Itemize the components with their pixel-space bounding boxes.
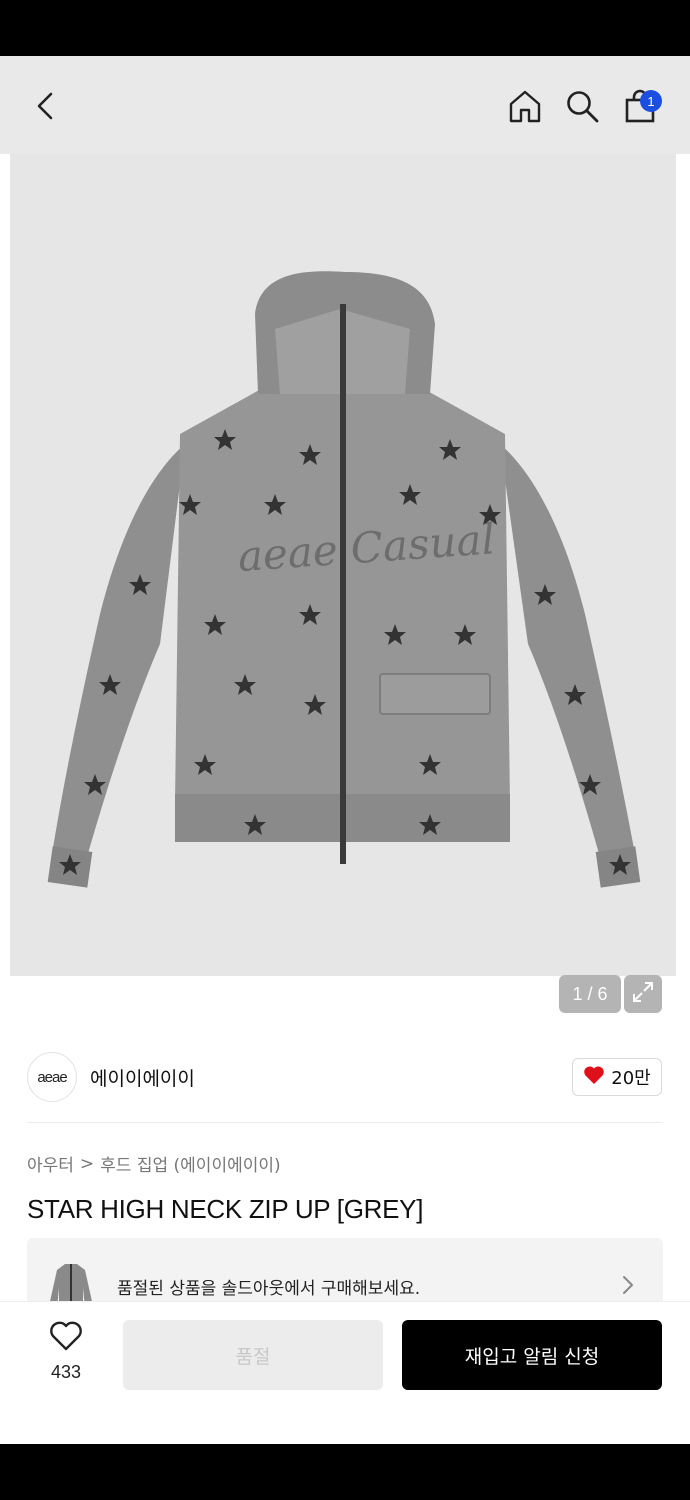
search-icon xyxy=(564,88,600,128)
top-navigation-bar: 1 xyxy=(0,56,690,154)
search-button[interactable] xyxy=(560,86,604,130)
status-bar-area xyxy=(0,0,690,56)
heart-filled-icon xyxy=(583,1065,605,1090)
image-counter: 1 / 6 xyxy=(559,975,621,1013)
chevron-left-icon xyxy=(34,91,58,125)
soldout-banner-text: 품절된 상품을 솔드아웃에서 구매해보세요. xyxy=(117,1279,421,1299)
cart-count-badge: 1 xyxy=(640,90,662,112)
restock-alert-button[interactable]: 재입고 알림 신청 xyxy=(402,1320,662,1390)
product-title: STAR HIGH NECK ZIP UP [GREY] xyxy=(27,1194,424,1224)
breadcrumb: 아우터 > 후드 집업 (에이이에이이) xyxy=(27,1151,281,1177)
brand-logo[interactable]: aeae xyxy=(27,1052,77,1102)
soldout-button: 품절 xyxy=(123,1320,383,1390)
navigation-bar-area xyxy=(0,1444,690,1500)
breadcrumb-category[interactable]: 아우터 xyxy=(27,1151,74,1176)
wishlist-button[interactable]: 433 xyxy=(36,1320,96,1390)
wishlist-count: 433 xyxy=(50,1362,82,1382)
breadcrumb-subcategory[interactable]: 후드 집업 (에이이에이이) xyxy=(100,1151,280,1176)
brand-like-count: 20만 xyxy=(611,1068,651,1089)
product-image-gallery[interactable]: aeae Casual xyxy=(10,154,676,976)
product-image: aeae Casual xyxy=(47,271,641,888)
brand-like-button[interactable]: 20만 xyxy=(572,1058,662,1096)
back-button[interactable] xyxy=(24,86,68,130)
heart-outline-icon xyxy=(49,1320,83,1356)
home-button[interactable] xyxy=(503,86,547,130)
divider xyxy=(27,1122,663,1123)
expand-image-button[interactable] xyxy=(624,975,662,1013)
chevron-right-icon xyxy=(621,1274,635,1300)
breadcrumb-separator: > xyxy=(79,1153,95,1174)
expand-icon xyxy=(630,979,656,1009)
home-icon xyxy=(507,88,543,128)
product-detail-screen: 1 aeae Casual 1 / 6 aeae 에이이에이이 20만 아우터 … xyxy=(0,56,690,1444)
brand-name[interactable]: 에이이에이이 xyxy=(90,1064,195,1091)
